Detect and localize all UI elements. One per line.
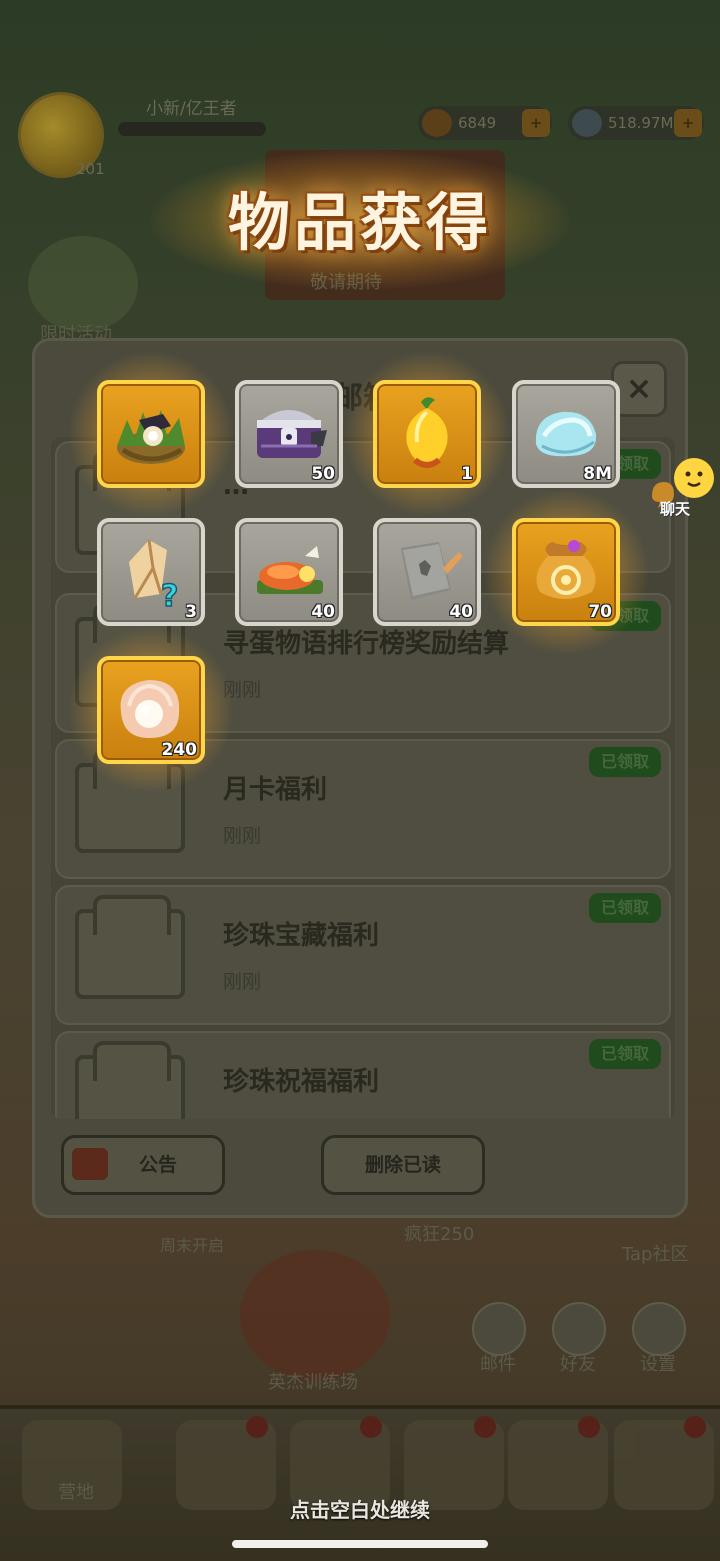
mail-shortcut-icon: [472, 1302, 526, 1356]
svg-text:?: ?: [161, 579, 178, 612]
chat-label: 聊天: [660, 500, 691, 518]
purple-chest-icon: [257, 410, 327, 458]
claimed-badge: 已领取: [588, 1039, 661, 1069]
stone-tablet-icon: [401, 542, 463, 600]
training-label: 英杰训练场: [268, 1372, 358, 1393]
reward-item-quantity: 40: [449, 602, 473, 622]
gem-resource: 518.97M +: [568, 106, 704, 140]
reward-item[interactable]: 40: [373, 518, 481, 626]
reward-item[interactable]: 50: [235, 380, 343, 488]
reward-item-quantity: 1: [461, 464, 473, 484]
coin-pouch-icon: [536, 540, 596, 599]
claimed-badge: 已领取: [588, 747, 661, 777]
add-gold-button: +: [522, 109, 550, 137]
home-indicator[interactable]: [232, 1540, 488, 1548]
friends-shortcut-icon: [552, 1302, 606, 1356]
delete-read-button-label: 删除已读: [364, 1154, 441, 1176]
mail-shortcut-label: 邮件: [480, 1354, 516, 1375]
announce-button-label: 公告: [138, 1154, 177, 1176]
treasure-nest-icon: [117, 410, 185, 464]
reward-item-quantity: 3: [185, 602, 197, 622]
taptap-label: Tap社区: [622, 1244, 689, 1265]
mail-item-time: 刚刚: [223, 971, 262, 993]
mail-item[interactable]: 珍珠祝福福利 已领取: [55, 1031, 671, 1119]
gold-icon: [422, 109, 452, 137]
continue-hint[interactable]: 点击空白处继续: [0, 1494, 720, 1523]
gem-icon: [572, 109, 602, 137]
training-building: [240, 1250, 390, 1380]
weekend-label: 周末开启: [160, 1236, 225, 1255]
envelope-icon: [75, 1041, 185, 1119]
player-exp-bar: [118, 122, 266, 136]
gem-amount: 518.97M: [608, 114, 674, 132]
add-gem-button: +: [674, 109, 702, 137]
reward-item[interactable]: 1: [343, 350, 511, 518]
reward-item-quantity: 70: [588, 602, 612, 622]
mail-item[interactable]: 珍珠宝藏福利 刚刚 已领取: [55, 885, 671, 1025]
mystery-crystal-icon: ?: [129, 539, 179, 612]
mail-item-title: 珍珠祝福福利: [223, 1067, 380, 1097]
gold-resource: 6849 +: [418, 106, 552, 140]
crazy-label: 疯狂250: [404, 1224, 475, 1245]
reward-item[interactable]: 8M: [512, 380, 620, 488]
reward-item-quantity: 40: [311, 602, 335, 622]
settings-shortcut-icon: [632, 1302, 686, 1356]
reward-item[interactable]: ? 3: [97, 518, 205, 626]
reward-title: 物品获得: [227, 186, 492, 259]
player-name: 小新/亿王者: [146, 99, 237, 119]
reward-item[interactable]: 240: [67, 626, 235, 794]
mail-item-title: 珍珠宝藏福利: [223, 921, 380, 951]
pearl-shell-icon: [535, 411, 597, 457]
reward-item[interactable]: 70: [482, 488, 650, 656]
mail-item-title: 寻蛋物语排行榜奖励结算: [223, 629, 510, 659]
envelope-icon: [75, 895, 185, 999]
mail-item-title: 月卡福利: [223, 775, 328, 805]
mail-item-time: 刚刚: [223, 825, 262, 847]
golden-fruit-icon: [406, 397, 448, 468]
pearl-oyster-icon: [120, 680, 180, 738]
reward-item[interactable]: 40: [235, 518, 343, 626]
reward-item[interactable]: [67, 350, 235, 518]
reward-item-quantity: 8M: [583, 464, 612, 484]
claimed-badge: 已领取: [588, 893, 661, 923]
gold-amount: 6849: [458, 114, 497, 132]
meat-platter-icon: [257, 546, 323, 594]
friends-shortcut-label: 好友: [560, 1354, 596, 1375]
settings-shortcut-label: 设置: [640, 1354, 676, 1375]
reward-item-quantity: 240: [161, 740, 198, 760]
announce-button[interactable]: 公告: [61, 1135, 225, 1195]
reward-item-quantity: 50: [311, 464, 335, 484]
announce-icon: [72, 1148, 108, 1180]
delete-read-button[interactable]: 删除已读: [321, 1135, 485, 1195]
